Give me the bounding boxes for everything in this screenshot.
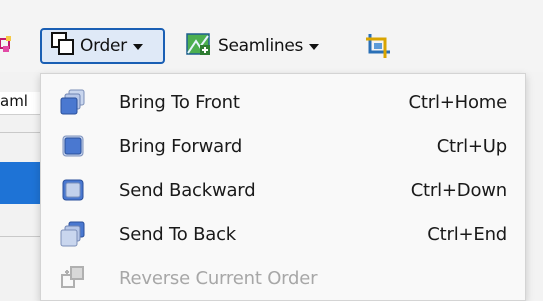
order-menu: Bring To Front Ctrl+Home Bring Forward C… [40,73,526,301]
menu-item-shortcut: Ctrl+Down [410,179,508,201]
order-dropdown-button[interactable]: Order [40,28,165,64]
send-to-back-icon [59,220,87,248]
menu-item-shortcut: Ctrl+Home [408,91,508,113]
menu-item-shortcut: Ctrl+Up [436,135,508,157]
menu-item-label: Bring Forward [119,135,243,157]
menu-item-bring-forward[interactable]: Bring Forward Ctrl+Up [41,124,525,168]
seamlines-icon [186,31,212,62]
chevron-down-icon [132,44,143,50]
menu-item-label: Bring To Front [119,91,240,113]
reverse-order-icon [59,264,87,292]
menu-item-shortcut: Ctrl+End [427,223,507,245]
crop-icon[interactable] [364,30,392,62]
order-label: Order [80,36,127,56]
chevron-down-icon [309,44,320,50]
divider [0,132,42,133]
bring-to-front-icon [59,88,87,116]
order-icon [50,31,76,62]
menu-item-send-to-back[interactable]: Send To Back Ctrl+End [41,212,525,256]
seamlines-dropdown-button[interactable]: Seamlines [186,30,320,62]
menu-item-bring-to-front[interactable]: Bring To Front Ctrl+Home [41,80,525,124]
menu-item-label: Reverse Current Order [119,267,318,289]
menu-item-reverse-current-order: Reverse Current Order [41,256,525,300]
bring-forward-icon [59,132,87,160]
menu-item-send-backward[interactable]: Send Backward Ctrl+Down [41,168,525,212]
partial-toolbar-icon[interactable] [0,36,12,56]
divider [0,236,42,237]
seamlines-label: Seamlines [218,36,304,56]
menu-item-label: Send Backward [119,179,256,201]
toolbar: Order Seamlines [0,0,543,72]
partial-column-label: aml [0,92,42,115]
send-backward-icon [59,176,87,204]
selected-row[interactable] [0,162,42,204]
menu-item-label: Send To Back [119,223,237,245]
